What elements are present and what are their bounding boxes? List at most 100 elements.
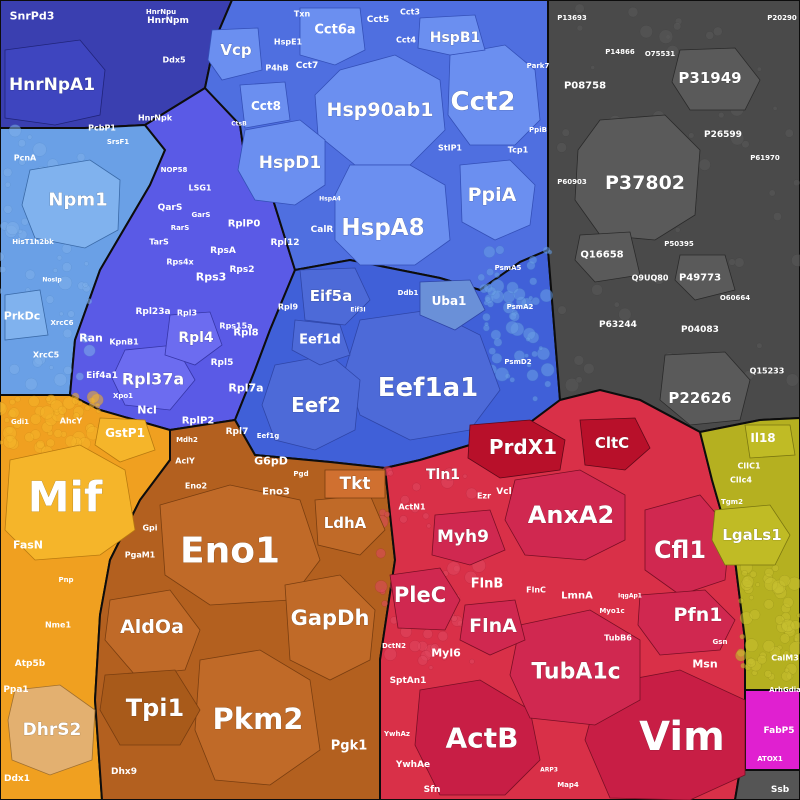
label-rps3: Rps3: [196, 271, 227, 284]
texture-cell: [778, 575, 791, 587]
label-rps2: Rps2: [230, 265, 255, 275]
label-vcp: Vcp: [220, 41, 252, 59]
label-o60664: O60664: [720, 294, 750, 302]
label-rps4x: Rps4x: [166, 258, 194, 267]
label-clic4: ClIc4: [730, 476, 752, 485]
texture-cell: [381, 600, 388, 607]
texture-cell: [428, 665, 434, 670]
texture-cell: [18, 139, 26, 148]
label-actb: ActB: [446, 722, 519, 755]
label-pcbp1: PcbP1: [88, 124, 116, 133]
texture-cell: [422, 512, 430, 520]
label-ddx1: Ddx1: [4, 774, 30, 784]
label-gdi: Gdi1: [11, 418, 29, 426]
label-p60903: P60903: [557, 178, 587, 186]
label-gapdh: GapDh: [291, 606, 370, 630]
texture-cell: [8, 407, 20, 419]
texture-cell: [509, 377, 515, 383]
texture-cell: [62, 262, 72, 272]
label-tcp1: Tcp1: [508, 146, 529, 155]
texture-cell: [529, 277, 538, 286]
label-p26599: P26599: [704, 130, 742, 140]
label-rplp2: RplP2: [182, 416, 215, 427]
texture-cell: [8, 124, 22, 138]
label-flnc: FlnC: [526, 586, 546, 595]
label-nosip: NosIp: [42, 277, 62, 284]
label-pkm2: Pkm2: [213, 702, 304, 736]
texture-cell: [573, 355, 584, 366]
label-calm3: CalM3: [771, 654, 799, 663]
texture-cell: [25, 269, 36, 280]
label-o75531: O75531: [645, 50, 675, 58]
texture-cell: [399, 515, 408, 524]
label-gars: GarS: [192, 211, 211, 219]
label-atp5b: Atp5b: [15, 659, 46, 669]
label-pfn1: Pfn1: [674, 604, 723, 626]
label-cct8: Cct8: [251, 99, 281, 113]
texture-cell: [484, 321, 489, 327]
texture-cell: [86, 390, 100, 404]
label-fasn: FasN: [13, 539, 43, 552]
label-flna: FlnA: [469, 615, 517, 637]
label-pgam1: PgaM1: [125, 551, 156, 560]
label-eef1d: Eef1d: [299, 333, 341, 348]
texture-cell: [57, 405, 67, 415]
texture-cell: [718, 112, 725, 119]
texture-cell: [561, 128, 570, 137]
label-gpi: Gpi: [142, 524, 157, 533]
label-mdh2: Mdh2: [176, 436, 198, 444]
texture-cell: [27, 134, 33, 140]
label-rpl4: Rpl4: [178, 330, 214, 346]
texture-cell: [387, 470, 394, 477]
texture-cell: [764, 670, 772, 678]
label-p63244: P63244: [599, 320, 637, 330]
label-rps15a: Rps15a: [219, 322, 252, 331]
label-dctn2: DctN2: [382, 642, 406, 650]
label-ahcy: AhcY: [60, 417, 83, 426]
texture-cell: [65, 435, 77, 448]
label-ppia: PpiA: [468, 184, 517, 206]
texture-cell: [772, 106, 778, 111]
texture-cell: [526, 369, 539, 382]
texture-cell: [513, 288, 526, 301]
label-il18: Il18: [750, 431, 775, 445]
texture-cell: [417, 655, 428, 666]
texture-cell: [576, 24, 583, 32]
label-atox1: ATOX1: [757, 755, 783, 763]
texture-cell: [748, 595, 754, 601]
texture-cell: [741, 575, 755, 588]
texture-cell: [45, 295, 55, 304]
texture-cell: [525, 336, 531, 342]
label-p08758: P08758: [564, 81, 606, 92]
label-eef2: Eef2: [291, 393, 341, 417]
label-p61970: P61970: [750, 154, 780, 162]
texture-cell: [583, 363, 595, 375]
label-ran: Ran: [79, 332, 103, 345]
texture-cell: [749, 570, 757, 578]
label-nop58: NOP58: [161, 166, 188, 174]
texture-cell: [462, 473, 468, 479]
label-ncl: Ncl: [137, 404, 157, 417]
texture-cell: [409, 640, 421, 652]
label-eef1g: Eef1g: [257, 432, 279, 440]
texture-cell: [741, 570, 748, 577]
texture-cell: [735, 649, 747, 662]
label-ppa1: Ppa1: [3, 685, 28, 695]
label-p20290: P20290: [767, 14, 797, 22]
label-p37802: P37802: [605, 172, 685, 194]
label-anxa2: AnxA2: [528, 501, 614, 529]
texture-cell: [528, 255, 538, 265]
texture-cell: [95, 408, 101, 414]
texture-cell: [508, 312, 517, 321]
label-p50395: P50395: [664, 240, 694, 248]
texture-cell: [71, 397, 80, 405]
texture-cell: [67, 310, 75, 318]
label-msn: Msn: [692, 658, 717, 671]
texture-cell: [28, 395, 40, 407]
texture-cell: [540, 363, 555, 377]
texture-cell: [532, 395, 538, 402]
label-hspd1: HspD1: [259, 153, 321, 173]
label-myl6: Myl6: [431, 647, 461, 660]
texture-cell: [4, 181, 11, 188]
label-qars: QarS: [158, 203, 183, 213]
